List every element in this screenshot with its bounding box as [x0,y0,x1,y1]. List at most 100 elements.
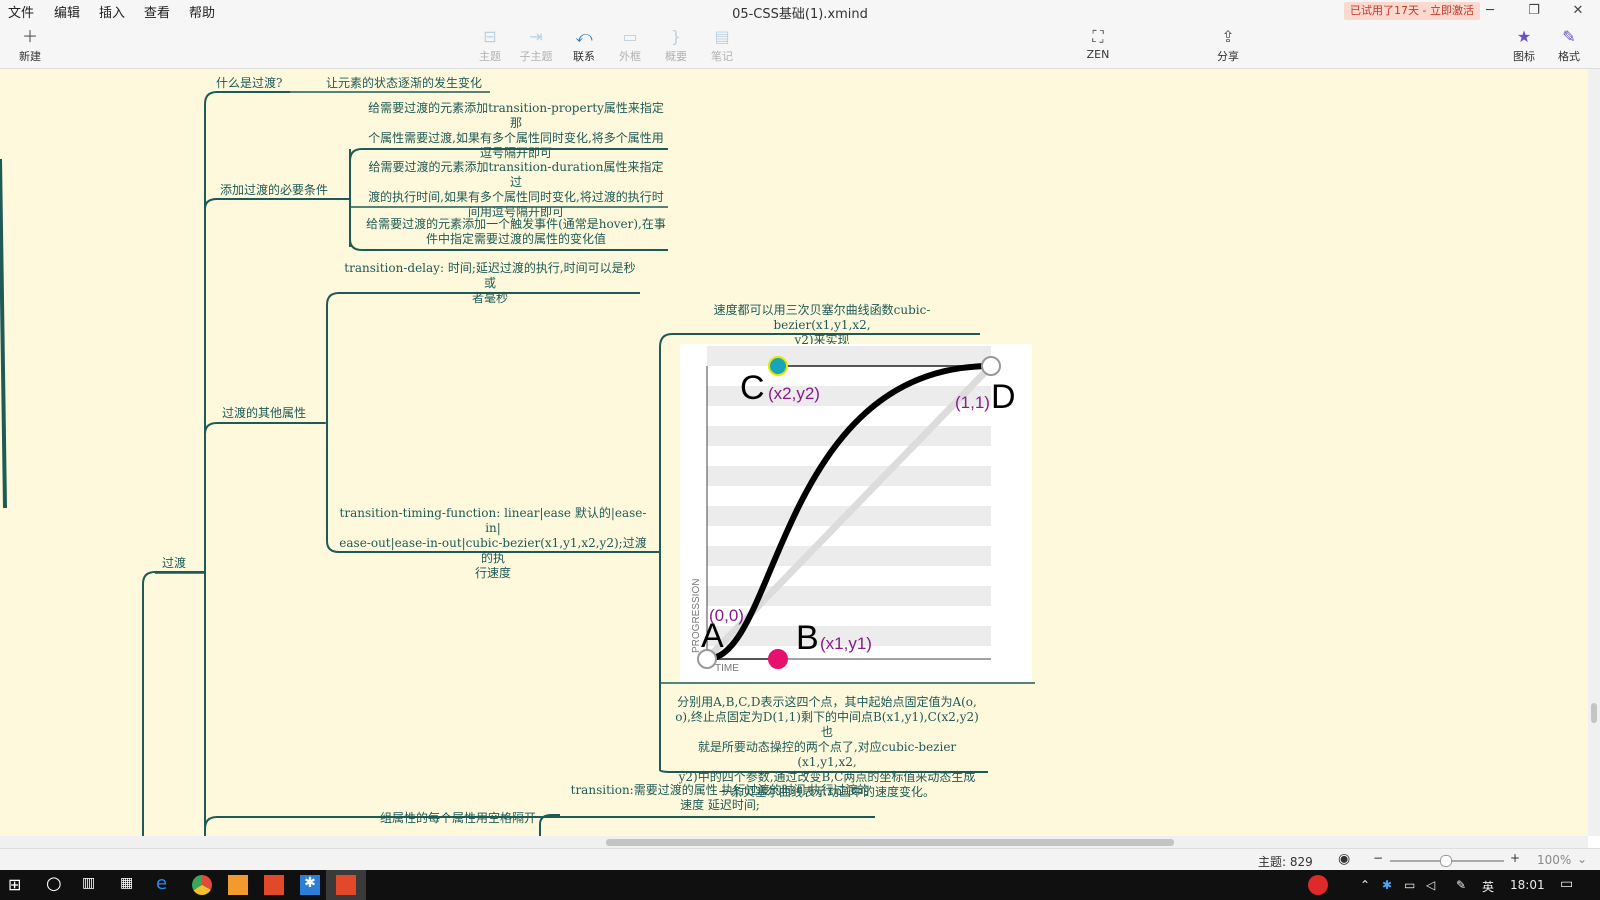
point-b-letter: B [796,619,819,657]
topic-condition-duration[interactable]: 给需要过渡的元素添加transition-duration属性来指定过 渡的执行… [366,160,666,220]
zoom-out-icon[interactable]: − [1373,851,1383,865]
chrome-icon[interactable] [192,875,212,895]
chart-stripe [707,466,991,486]
new-label: 新建 [19,50,41,63]
plus-icon: ＋ [21,27,38,46]
zoom-slider[interactable] [1390,855,1504,867]
condition-duration-line-2: 渡的执行时间,如果有多个属性同时变化,将过渡的执行时 [368,190,664,204]
boundary-icon: ▭ [622,27,638,46]
topic-required-conditions[interactable]: 添加过渡的必要条件 [220,183,328,198]
bezier-desc-line-1: 分别用A,B,C,D表示这四个点，其中起始点固定值为A(o, [677,695,977,709]
icons-panel-button[interactable]: ★ 图标 [1500,26,1548,64]
xmind-active-task[interactable] [326,870,366,900]
subtopic-label: 子主题 [519,50,553,63]
topic-partial[interactable]: 组属性的每个属性用空格隔开 [380,811,536,826]
pen-icon[interactable]: ✎ [1456,878,1466,892]
zoom-in-icon[interactable]: + [1510,851,1520,865]
chart-stripe [707,546,991,566]
calculator-icon[interactable]: ▦ [120,875,140,895]
recorder-icon[interactable] [1308,875,1328,895]
zoom-slider-thumb[interactable] [1440,855,1452,867]
topic-condition-trigger[interactable]: 给需要过渡的元素添加一个触发事件(通常是hover),在事 件中指定需要过渡的属… [366,217,666,247]
edge-browser-icon[interactable]: e [156,873,176,894]
subtopic-icon: ⇥ [529,27,543,46]
shorthand-line-2: 速度 延迟时间; [680,798,760,812]
mindmap-canvas[interactable]: 什么是过渡? 让元素的状态逐渐的发生变化 添加过渡的必要条件 给需要过渡的元素添… [0,69,1588,836]
notes-button[interactable]: ▤ 笔记 [698,26,746,64]
x-axis-label: TIME [715,663,739,674]
taskbar: ⊞ ○ ▥ ▦ e ✱ ⌃ ✱ ▭ ◁ ✎ 英 18:01 ▭ [0,870,1600,900]
bezier-desc-line-2: o),终止点固定为D(1,1)剩下的中间点B(x1,y1),C(x2,y2)也 [675,710,979,739]
condition-property-line-1: 给需要过渡的元素添加transition-property属性来指定那 [368,101,664,130]
ime-indicator[interactable]: 英 [1482,878,1494,895]
zoom-dropdown-icon[interactable]: ⌄ [1577,852,1587,866]
zen-button[interactable]: ⛶ ZEN [1074,26,1122,61]
topic-timing-function[interactable]: transition-timing-function: linear|ease … [338,506,648,581]
tray-app-icon[interactable]: ✱ [1382,878,1392,892]
chart-stripe [707,586,991,606]
format-label: 格式 [1558,50,1580,63]
tray-chevron-icon[interactable]: ⌃ [1360,878,1370,892]
topic-condition-property[interactable]: 给需要过渡的元素添加transition-property属性来指定那 个属性需… [366,101,666,161]
trial-badge[interactable]: 已试用了17天 - 立即激活 [1344,2,1480,20]
point-d-letter: D [991,378,1016,416]
point-b [768,649,788,669]
chart-stripe [707,346,991,366]
topic-what-is-transition[interactable]: 什么是过渡? [216,76,282,91]
topic-root-transition[interactable]: 过渡 [162,556,186,571]
condition-property-line-3: 逗号隔开即可 [479,146,552,160]
clock-time[interactable]: 18:01 [1510,878,1545,892]
windows-start-icon[interactable]: ⊞ [8,875,28,895]
task-view-icon[interactable]: ▥ [82,875,102,895]
notes-label: 笔记 [711,50,733,63]
share-icon: ⇪ [1221,27,1235,46]
network-icon[interactable]: ▭ [1404,878,1415,892]
eye-icon[interactable]: ◉ [1338,851,1350,867]
point-a-coord: (0,0) [709,606,744,625]
topic-transition-shorthand[interactable]: transition:需要过渡的属性 执行过渡的时间 执行过渡的 速度 延迟时间… [565,783,875,813]
app-star-icon[interactable]: ✱ [300,875,320,895]
zen-label: ZEN [1086,48,1110,61]
vertical-scrollbar[interactable] [1588,69,1600,836]
topic-icon: ⊟ [483,27,497,46]
new-button[interactable]: ＋ 新建 [6,26,54,64]
horizontal-scrollbar[interactable] [0,836,1588,848]
minimize-button[interactable]: ─ [1468,0,1512,22]
condition-duration-line-1: 给需要过渡的元素添加transition-duration属性来指定过 [368,160,664,189]
point-d-coord: (1,1) [955,393,990,412]
summary-button[interactable]: } 概要 [652,26,700,64]
timing-line-3: 行速度 [474,566,511,580]
bezier-diagram-card[interactable]: TIME PROGRESSION A (0,0) B (x1,y1) C (x2,y2) D (1… [680,344,1032,682]
volume-icon[interactable]: ◁ [1426,878,1435,892]
format-panel-button[interactable]: ✎ 格式 [1545,26,1593,64]
horizontal-scroll-thumb[interactable] [606,839,1174,846]
topic-what-is-answer[interactable]: 让元素的状态逐渐的发生变化 [326,76,482,91]
point-d [981,356,1001,376]
topic-label: 主题 [479,50,501,63]
close-button[interactable]: ✕ [1556,0,1600,22]
boundary-button[interactable]: ▭ 外框 [606,26,654,64]
summary-label: 概要 [665,50,687,63]
topic-other-properties[interactable]: 过渡的其他属性 [222,406,306,421]
share-label: 分享 [1217,50,1239,63]
topic-button[interactable]: ⊟ 主题 [466,26,514,64]
xmind-icon-1[interactable] [264,875,284,895]
delay-line-2: 者毫秒 [471,291,508,305]
point-c [768,356,788,376]
zoom-level[interactable]: 100% [1537,853,1571,867]
star-icon: ★ [1516,27,1532,46]
share-button[interactable]: ⇪ 分享 [1204,26,1252,64]
vertical-scroll-thumb[interactable] [1591,703,1597,723]
restore-button[interactable]: ❐ [1512,0,1556,22]
topic-transition-delay[interactable]: transition-delay: 时间;延迟过渡的执行,时间可以是秒或 者毫秒 [342,261,638,306]
relationship-button[interactable]: ⤺ 联系 [560,26,608,64]
search-circle-icon[interactable]: ○ [46,873,66,894]
point-b-coord: (x1,y1) [820,634,872,653]
sublime-icon[interactable] [228,875,248,895]
timing-line-2: ease-out|ease-in-out|cubic-bezier(x1,y1,… [339,536,647,565]
topic-count: 主题: 829 [1258,855,1313,869]
subtopic-button[interactable]: ⇥ 子主题 [512,26,560,64]
topic-bezier-intro[interactable]: 速度都可以用三次贝塞尔曲线函数cubic-bezier(x1,y1,x2, y2… [672,303,972,348]
bezier-intro-line-1: 速度都可以用三次贝塞尔曲线函数cubic-bezier(x1,y1,x2, [713,303,931,332]
notification-icon[interactable]: ▭ [1560,876,1573,892]
